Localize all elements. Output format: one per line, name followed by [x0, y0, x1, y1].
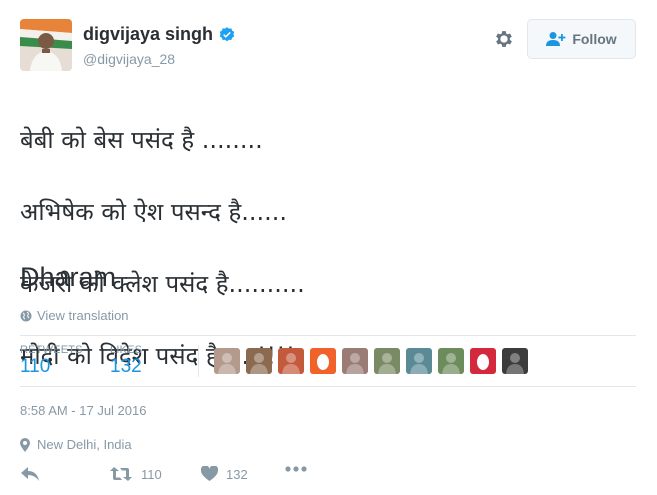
more-dots-icon	[285, 466, 307, 472]
liker-avatar[interactable]	[406, 348, 432, 374]
tweet-location[interactable]: New Delhi, India	[20, 437, 132, 452]
retweets-count[interactable]: 110	[20, 356, 50, 378]
retweets-label: RETWEETS	[20, 344, 83, 356]
tweet-line: बेबी को बेस पसंद है ........	[20, 126, 263, 154]
view-translation-link[interactable]: View translation	[20, 308, 129, 323]
location-pin-icon	[20, 437, 30, 452]
liker-avatar[interactable]	[374, 348, 400, 374]
likers-avatars	[214, 348, 528, 374]
user-handle[interactable]: @digvijaya_28	[83, 51, 175, 67]
liker-avatar[interactable]	[246, 348, 272, 374]
verified-badge-icon	[219, 26, 235, 41]
add-user-icon	[546, 32, 566, 46]
divider	[20, 386, 636, 387]
gear-icon[interactable]	[493, 28, 515, 50]
profile-avatar[interactable]	[20, 19, 72, 71]
retweet-icon	[110, 467, 132, 481]
view-translation-label[interactable]: View translation	[37, 308, 129, 323]
tweet-signature: Dharam	[20, 262, 117, 292]
more-button[interactable]	[285, 466, 307, 472]
like-button[interactable]: 132	[201, 466, 248, 482]
stats-separator	[198, 345, 199, 377]
liker-avatar[interactable]	[438, 348, 464, 374]
like-count: 132	[226, 466, 248, 482]
location-label[interactable]: New Delhi, India	[37, 437, 132, 452]
heart-icon	[201, 466, 218, 481]
divider	[20, 335, 636, 336]
default-egg-avatar[interactable]	[470, 348, 496, 374]
retweet-button[interactable]: 110	[109, 466, 162, 482]
follow-button[interactable]: Follow	[527, 19, 636, 59]
user-name-text[interactable]: digvijaya singh	[83, 24, 213, 45]
tweet-line: अभिषेक को ऐश पसन्द है......	[20, 198, 288, 226]
default-egg-avatar[interactable]	[310, 348, 336, 374]
retweet-count: 110	[141, 466, 162, 482]
user-name[interactable]: digvijaya singh	[83, 24, 236, 45]
liker-avatar[interactable]	[502, 348, 528, 374]
reply-button[interactable]	[20, 466, 40, 482]
likes-label: LIKES	[110, 344, 143, 356]
tweet-timestamp[interactable]: 8:58 AM - 17 Jul 2016	[20, 403, 146, 418]
liker-avatar[interactable]	[278, 348, 304, 374]
reply-icon	[21, 467, 39, 481]
globe-icon	[20, 310, 32, 321]
likes-count[interactable]: 132	[110, 356, 142, 378]
tweet-card: digvijaya singh @digvijaya_28 Follow बेब…	[0, 0, 657, 495]
liker-avatar[interactable]	[214, 348, 240, 374]
liker-avatar[interactable]	[342, 348, 368, 374]
follow-label: Follow	[572, 31, 617, 47]
